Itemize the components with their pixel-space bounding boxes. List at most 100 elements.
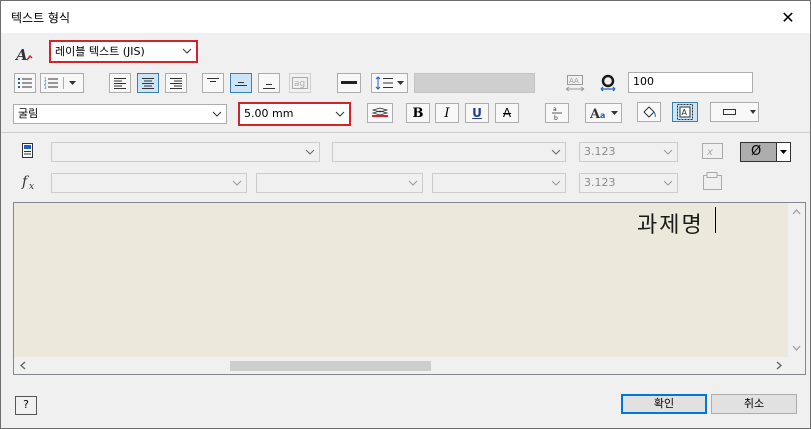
line-weight-button[interactable] bbox=[337, 73, 361, 93]
valign-top-button[interactable] bbox=[202, 73, 224, 93]
parameter-source-select[interactable] bbox=[51, 142, 320, 162]
vertical-scrollbar[interactable] bbox=[788, 203, 805, 357]
function-select-2[interactable] bbox=[256, 173, 423, 193]
numbered-list-dropdown[interactable]: 123 bbox=[40, 73, 84, 93]
svg-text:a: a bbox=[600, 111, 605, 120]
valign-bottom-icon bbox=[263, 83, 275, 89]
line-weight-icon bbox=[341, 81, 357, 84]
function-precision-select[interactable]: 3.123 bbox=[579, 173, 678, 193]
help-button[interactable]: ? bbox=[15, 396, 37, 415]
line-spacing-dropdown[interactable] bbox=[371, 73, 408, 93]
text-fit-button[interactable]: ag bbox=[289, 73, 311, 93]
chevron-down-icon bbox=[550, 174, 562, 192]
stretch-icon bbox=[598, 74, 618, 92]
align-left-button[interactable] bbox=[109, 73, 131, 93]
align-right-button[interactable] bbox=[165, 73, 187, 93]
scroll-up-icon[interactable] bbox=[788, 205, 805, 219]
chevron-down-icon bbox=[662, 143, 674, 161]
width-scale-button[interactable]: AA bbox=[563, 73, 587, 93]
chevron-down-icon bbox=[662, 174, 674, 192]
horizontal-scroll-thumb[interactable] bbox=[230, 361, 431, 371]
precision-value: 3.123 bbox=[584, 145, 616, 158]
line-spacing-value-field bbox=[414, 73, 535, 93]
style-select[interactable]: 레이블 텍스트 (JIS) bbox=[49, 40, 198, 63]
text-size-value: 5.00 mm bbox=[244, 107, 294, 120]
text-cursor bbox=[715, 207, 716, 233]
svg-text:x: x bbox=[706, 147, 713, 158]
background-fill-button[interactable] bbox=[637, 102, 661, 122]
text-style-icon: A bbox=[14, 45, 35, 64]
chevron-down-icon bbox=[231, 174, 243, 192]
parameter-select[interactable] bbox=[332, 142, 566, 162]
svg-text:x: x bbox=[29, 182, 34, 191]
paint-bucket-icon bbox=[643, 106, 656, 118]
function-icon: fx bbox=[20, 173, 40, 192]
frame-style-dropdown[interactable] bbox=[710, 102, 759, 122]
valign-middle-icon bbox=[235, 81, 247, 86]
precision-select[interactable]: 3.123 bbox=[579, 142, 678, 162]
scroll-right-icon[interactable] bbox=[772, 357, 786, 374]
close-icon[interactable]: ✕ bbox=[766, 1, 810, 33]
chevron-down-icon bbox=[407, 174, 419, 192]
strikethrough-button[interactable]: A bbox=[495, 103, 519, 123]
chevron-down-icon bbox=[304, 143, 316, 161]
text-frame-icon: A bbox=[677, 104, 693, 120]
bullet-list-icon bbox=[18, 78, 32, 88]
toolbar-separator bbox=[1, 132, 810, 133]
valign-top-icon bbox=[207, 77, 219, 82]
frame-style-icon bbox=[722, 109, 756, 115]
case-dropdown[interactable]: Aa bbox=[585, 103, 622, 123]
scroll-left-icon[interactable] bbox=[16, 357, 30, 374]
text-fit-icon: ag bbox=[292, 77, 308, 89]
svg-text:b: b bbox=[554, 115, 558, 121]
horizontal-scrollbar[interactable] bbox=[14, 357, 788, 374]
editor-text: 과제명 bbox=[637, 213, 704, 238]
symbol-dropdown-arrow bbox=[776, 143, 790, 161]
width-scale-icon: AA bbox=[565, 75, 585, 92]
chevron-down-icon bbox=[550, 143, 562, 161]
svg-text:a: a bbox=[553, 106, 557, 113]
valign-middle-button[interactable] bbox=[230, 73, 252, 93]
help-icon: ? bbox=[23, 398, 29, 411]
svg-text:A: A bbox=[682, 108, 688, 117]
text-color-button[interactable] bbox=[367, 103, 393, 123]
svg-text:AA: AA bbox=[569, 77, 579, 85]
function-select-1[interactable] bbox=[51, 173, 247, 193]
stretch-field-value: 100 bbox=[633, 75, 654, 88]
insert-parameter-icon[interactable]: x bbox=[700, 141, 726, 163]
underline-button[interactable]: U bbox=[465, 103, 489, 123]
stack-text-button[interactable]: ab bbox=[545, 103, 569, 123]
text-format-dialog: 텍스트 형식 ✕ A 레이블 텍스트 (JIS) 123 ag AA 100 굴… bbox=[0, 0, 811, 429]
cancel-button[interactable]: 취소 bbox=[711, 394, 797, 414]
italic-button[interactable]: I bbox=[435, 103, 459, 123]
symbol-dropdown[interactable]: Ø bbox=[740, 142, 791, 162]
style-select-value: 레이블 텍스트 (JIS) bbox=[55, 45, 145, 58]
bullet-list-button[interactable] bbox=[14, 73, 36, 93]
insert-function-icon[interactable] bbox=[700, 171, 726, 193]
valign-bottom-button[interactable] bbox=[258, 73, 280, 93]
scrollbar-corner bbox=[788, 357, 805, 374]
svg-text:A: A bbox=[15, 46, 28, 63]
function-select-3[interactable] bbox=[432, 173, 566, 193]
font-select[interactable]: 굴림 bbox=[13, 104, 227, 124]
align-center-icon bbox=[142, 77, 154, 89]
svg-text:ag: ag bbox=[294, 79, 305, 89]
function-precision-value: 3.123 bbox=[584, 176, 616, 189]
scroll-down-icon[interactable] bbox=[788, 341, 805, 355]
numbered-list-icon: 123 bbox=[44, 77, 76, 89]
align-center-button[interactable] bbox=[137, 73, 159, 93]
ok-button[interactable]: 확인 bbox=[621, 394, 707, 414]
chevron-down-icon bbox=[334, 104, 346, 124]
parameter-icon bbox=[21, 143, 35, 159]
font-select-value: 굴림 bbox=[18, 107, 39, 120]
title-bar: 텍스트 형식 ✕ bbox=[1, 1, 810, 33]
align-right-icon bbox=[170, 77, 182, 89]
text-editor[interactable]: 과제명 bbox=[13, 202, 806, 375]
bold-button[interactable]: B bbox=[406, 103, 430, 123]
stack-fraction-icon: ab bbox=[552, 106, 562, 121]
align-left-icon bbox=[114, 77, 126, 89]
text-border-button[interactable]: A bbox=[672, 102, 698, 122]
text-size-select[interactable]: 5.00 mm bbox=[238, 102, 351, 126]
stretch-field[interactable]: 100 bbox=[628, 72, 753, 93]
text-case-icon: Aa bbox=[589, 107, 618, 120]
